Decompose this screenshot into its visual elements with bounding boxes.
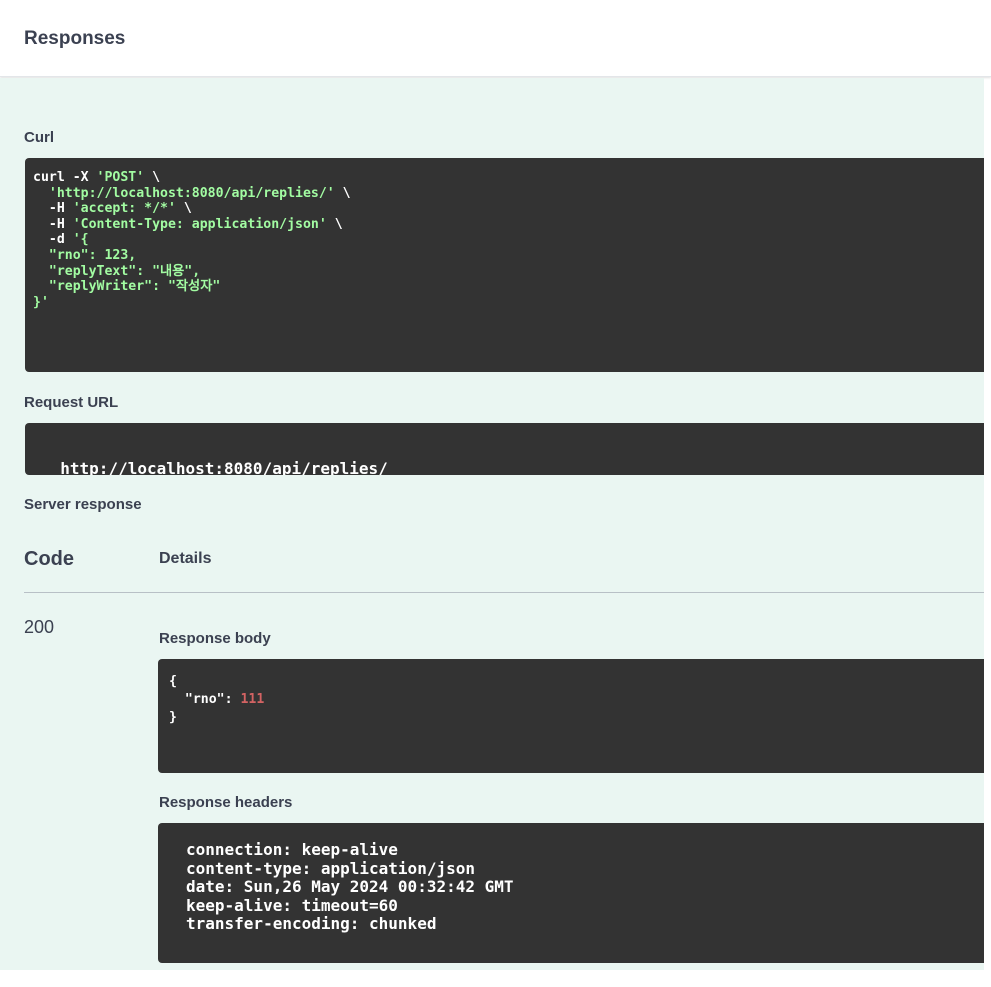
- response-header-line: keep-alive: timeout=60: [186, 895, 398, 915]
- table-divider: [24, 592, 984, 593]
- json-open-brace: {: [169, 674, 177, 689]
- response-header-line: content-type: application/json: [186, 858, 475, 878]
- curl-line: -H 'accept: */*' \: [33, 201, 976, 217]
- curl-string: 'http://localhost:8080/api/replies/': [48, 185, 335, 201]
- curl-token: curl -X: [33, 170, 97, 185]
- response-headers-block[interactable]: connection: keep-alive content-type: appl…: [158, 823, 984, 963]
- curl-string: 'Content-Type: application/json': [72, 216, 327, 232]
- responses-title: Responses: [24, 28, 126, 49]
- curl-line: -H 'Content-Type: application/json' \: [33, 217, 976, 233]
- response-header-line: date: Sun,26 May 2024 00:32:42 GMT: [186, 877, 514, 896]
- curl-token: \: [334, 185, 351, 201]
- response-header-line: transfer-encoding: chunked: [186, 914, 437, 933]
- response-header-line: connection: keep-alive: [186, 840, 398, 859]
- curl-token: \: [326, 216, 343, 232]
- curl-line: "replyText": "내용",: [33, 264, 976, 280]
- details-column-header: Details: [159, 550, 212, 567]
- curl-line: "rno": 123,: [33, 248, 976, 264]
- curl-token: [33, 248, 49, 263]
- curl-token: -d: [33, 232, 73, 248]
- curl-string: 'accept: */*': [72, 201, 176, 217]
- curl-token: [33, 279, 49, 294]
- curl-line: -d '{: [33, 232, 976, 248]
- request-url-block[interactable]: http://localhost:8080/api/replies/: [25, 423, 984, 475]
- curl-line: 'http://localhost:8080/api/replies/' \: [33, 186, 976, 202]
- curl-token: \: [144, 170, 161, 185]
- response-body-label: Response body: [159, 630, 271, 647]
- curl-token: \: [175, 201, 192, 217]
- curl-line: }': [33, 295, 976, 311]
- curl-string: "replyText": "내용",: [48, 263, 201, 279]
- curl-string: "replyWriter": "작성자": [48, 279, 221, 295]
- curl-token: [33, 264, 49, 279]
- curl-string: 'POST': [96, 170, 145, 185]
- response-headers-label: Response headers: [159, 794, 293, 811]
- response-body-block[interactable]: { "rno": 111 }: [158, 659, 984, 773]
- json-separator: :: [224, 692, 241, 707]
- json-value: 111: [240, 692, 265, 707]
- curl-code-block[interactable]: curl -X 'POST' \ 'http://localhost:8080/…: [25, 158, 984, 372]
- code-column-header: Code: [24, 548, 74, 570]
- curl-string: }': [33, 294, 49, 310]
- json-key: "rno": [184, 692, 225, 707]
- request-url-label: Request URL: [24, 394, 119, 411]
- curl-line: curl -X 'POST' \: [33, 170, 976, 186]
- status-code: 200: [24, 617, 55, 637]
- curl-string: '{: [72, 232, 89, 248]
- curl-token: [33, 186, 49, 201]
- curl-string: "rno": 123,: [48, 247, 137, 263]
- curl-token: -H: [33, 216, 73, 232]
- responses-header[interactable]: Responses: [0, 0, 991, 77]
- curl-line: "replyWriter": "작성자": [33, 279, 976, 295]
- curl-token: -H: [33, 201, 73, 217]
- curl-label: Curl: [24, 129, 54, 146]
- request-url-value: http://localhost:8080/api/replies/: [60, 459, 388, 475]
- server-response-label: Server response: [24, 496, 142, 513]
- json-close-brace: }: [169, 710, 177, 725]
